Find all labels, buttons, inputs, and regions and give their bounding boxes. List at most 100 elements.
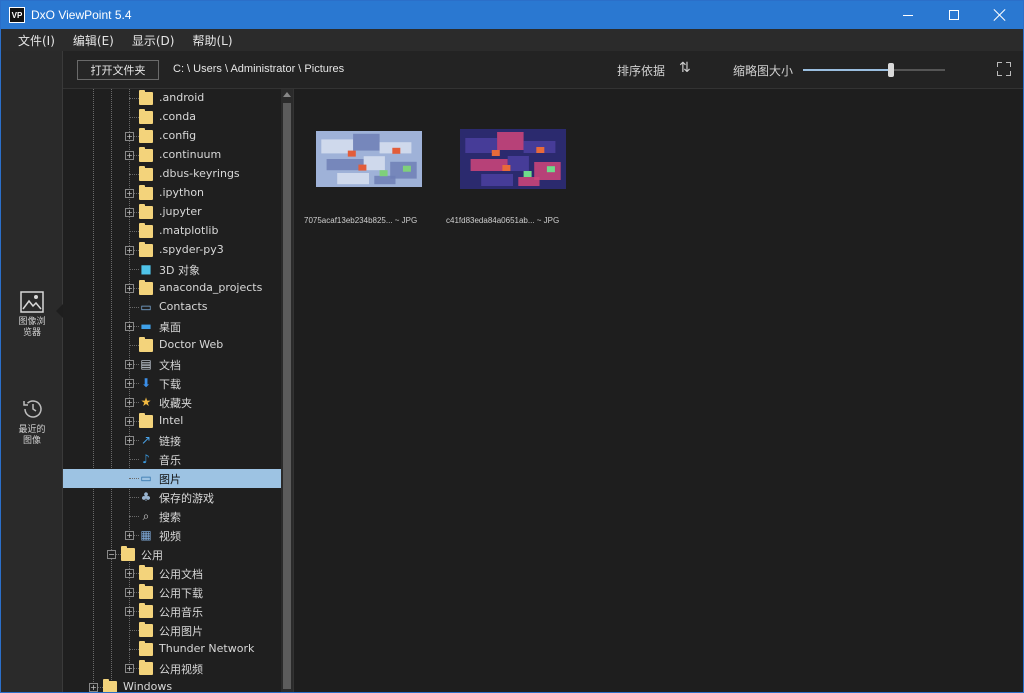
tree-connector — [129, 117, 139, 118]
tree-item[interactable]: + Windows — [63, 678, 281, 692]
slider-handle[interactable] — [888, 63, 895, 77]
expand-icon[interactable]: + — [125, 379, 134, 388]
tree-item-label: .config — [159, 129, 197, 142]
games-icon: ♣ — [140, 490, 152, 504]
tree-item[interactable]: Doctor Web — [63, 336, 281, 355]
expand-icon[interactable]: + — [125, 189, 134, 198]
pictures-icon: ▭ — [140, 471, 152, 485]
toolbar: 打开文件夹 C: \ Users \ Administrator \ Pictu… — [63, 51, 1023, 89]
tree-item[interactable]: + 公用文档 — [63, 564, 281, 583]
tree-item[interactable]: .android — [63, 89, 281, 108]
tree-item[interactable]: ♣ 保存的游戏 — [63, 488, 281, 507]
fullscreen-icon[interactable] — [997, 62, 1011, 76]
tree-item[interactable]: + .ipython — [63, 184, 281, 203]
tree-item[interactable]: + Intel — [63, 412, 281, 431]
tree-item[interactable]: .matplotlib — [63, 222, 281, 241]
tree-item[interactable]: Thunder Network — [63, 640, 281, 659]
tree-item[interactable]: + 公用视频 — [63, 659, 281, 678]
folder-icon — [139, 660, 153, 675]
tree-item[interactable]: + .config — [63, 127, 281, 146]
tree-item[interactable]: .conda — [63, 108, 281, 127]
tree-item[interactable]: + ▤ 文档 — [63, 355, 281, 374]
image-browser-button[interactable]: 图像浏览器 — [1, 291, 64, 339]
expand-icon[interactable]: + — [125, 284, 134, 293]
tree-item[interactable]: .dbus-keyrings — [63, 165, 281, 184]
expand-icon[interactable]: + — [125, 664, 134, 673]
expand-icon[interactable]: + — [125, 436, 134, 445]
tree-item[interactable]: ▭ Contacts — [63, 298, 281, 317]
folder-icon — [121, 546, 135, 561]
tree-item[interactable]: + .continuum — [63, 146, 281, 165]
thumbnail-image[interactable] — [460, 129, 566, 189]
tree-item[interactable]: + ▬ 桌面 — [63, 317, 281, 336]
open-folder-button[interactable]: 打开文件夹 — [77, 60, 159, 80]
tree-item[interactable]: + anaconda_projects — [63, 279, 281, 298]
maximize-button[interactable] — [931, 1, 977, 29]
tree-item[interactable]: + .jupyter — [63, 203, 281, 222]
tree-item[interactable]: ♪ 音乐 — [63, 450, 281, 469]
recent-images-button[interactable]: 最近的图像 — [1, 397, 63, 447]
tree-item[interactable]: + ▦ 视频 — [63, 526, 281, 545]
tree-item[interactable]: ■ 3D 对象 — [63, 260, 281, 279]
tree-item-label: 图片 — [159, 473, 181, 486]
tree-item-label: .continuum — [159, 148, 222, 161]
tree-connector — [129, 345, 139, 346]
tree-item[interactable]: ⌕ 搜索 — [63, 507, 281, 526]
expand-icon[interactable]: + — [125, 360, 134, 369]
folder-icon — [139, 565, 153, 580]
tree-item-label: 链接 — [159, 435, 181, 448]
thumbnail-image[interactable] — [316, 131, 422, 187]
tree-item[interactable]: 公用图片 — [63, 621, 281, 640]
download-icon: ⬇ — [140, 376, 152, 390]
document-icon: ▤ — [140, 357, 152, 371]
expand-icon[interactable]: + — [125, 417, 134, 426]
tree-item-label: .android — [159, 91, 205, 104]
star-icon: ★ — [140, 395, 152, 409]
menu-view[interactable]: 显示(D) — [123, 32, 184, 49]
expand-icon[interactable]: + — [125, 531, 134, 540]
expand-icon[interactable]: + — [125, 151, 134, 160]
tree-item-label: .ipython — [159, 186, 205, 199]
expand-icon[interactable]: + — [125, 208, 134, 217]
expand-icon[interactable]: + — [89, 683, 98, 692]
tree-connector — [129, 516, 139, 517]
tree-item-label: 下载 — [159, 378, 181, 391]
tree-connector — [129, 98, 139, 99]
tree-scrollbar[interactable] — [281, 89, 293, 692]
tree-item[interactable]: − 公用 — [63, 545, 281, 564]
folder-icon — [139, 204, 153, 219]
expand-icon[interactable]: + — [125, 322, 134, 331]
current-path: C: \ Users \ Administrator \ Pictures — [173, 63, 345, 75]
sort-order-icon[interactable]: ⇅ — [679, 60, 691, 76]
expand-icon[interactable]: + — [125, 246, 134, 255]
tree-item[interactable]: + 公用下载 — [63, 583, 281, 602]
scroll-up-icon[interactable] — [283, 92, 291, 97]
thumbnail-size-slider[interactable] — [803, 63, 945, 77]
title-bar: VP DxO ViewPoint 5.4 — [1, 1, 1023, 29]
tree-item[interactable]: ▭ 图片 — [63, 469, 281, 488]
tree-item[interactable]: + .spyder-py3 — [63, 241, 281, 260]
menu-file[interactable]: 文件(I) — [9, 32, 64, 49]
expand-icon[interactable]: + — [125, 569, 134, 578]
tree-item-label: .matplotlib — [159, 224, 219, 237]
expand-icon[interactable]: + — [125, 398, 134, 407]
folder-icon — [139, 280, 153, 295]
tree-item[interactable]: + ↗ 链接 — [63, 431, 281, 450]
tree-item[interactable]: + ⬇ 下载 — [63, 374, 281, 393]
tree-item[interactable]: + 公用音乐 — [63, 602, 281, 621]
tree-item[interactable]: + ★ 收藏夹 — [63, 393, 281, 412]
collapse-icon[interactable]: − — [107, 550, 116, 559]
thumbnail-caption: c41fd83eda84a0651ab... ~ JPG — [446, 216, 560, 225]
minimize-button[interactable] — [885, 1, 931, 29]
menu-help[interactable]: 帮助(L) — [183, 32, 241, 49]
close-button[interactable] — [977, 1, 1023, 29]
expand-icon[interactable]: + — [125, 588, 134, 597]
desktop-icon: ▬ — [140, 319, 152, 333]
scrollbar-thumb[interactable] — [283, 103, 291, 689]
folder-icon — [139, 622, 153, 637]
expand-icon[interactable]: + — [125, 607, 134, 616]
video-icon: ▦ — [140, 528, 152, 542]
folder-icon — [139, 147, 153, 162]
expand-icon[interactable]: + — [125, 132, 134, 141]
menu-edit[interactable]: 编辑(E) — [64, 32, 123, 49]
